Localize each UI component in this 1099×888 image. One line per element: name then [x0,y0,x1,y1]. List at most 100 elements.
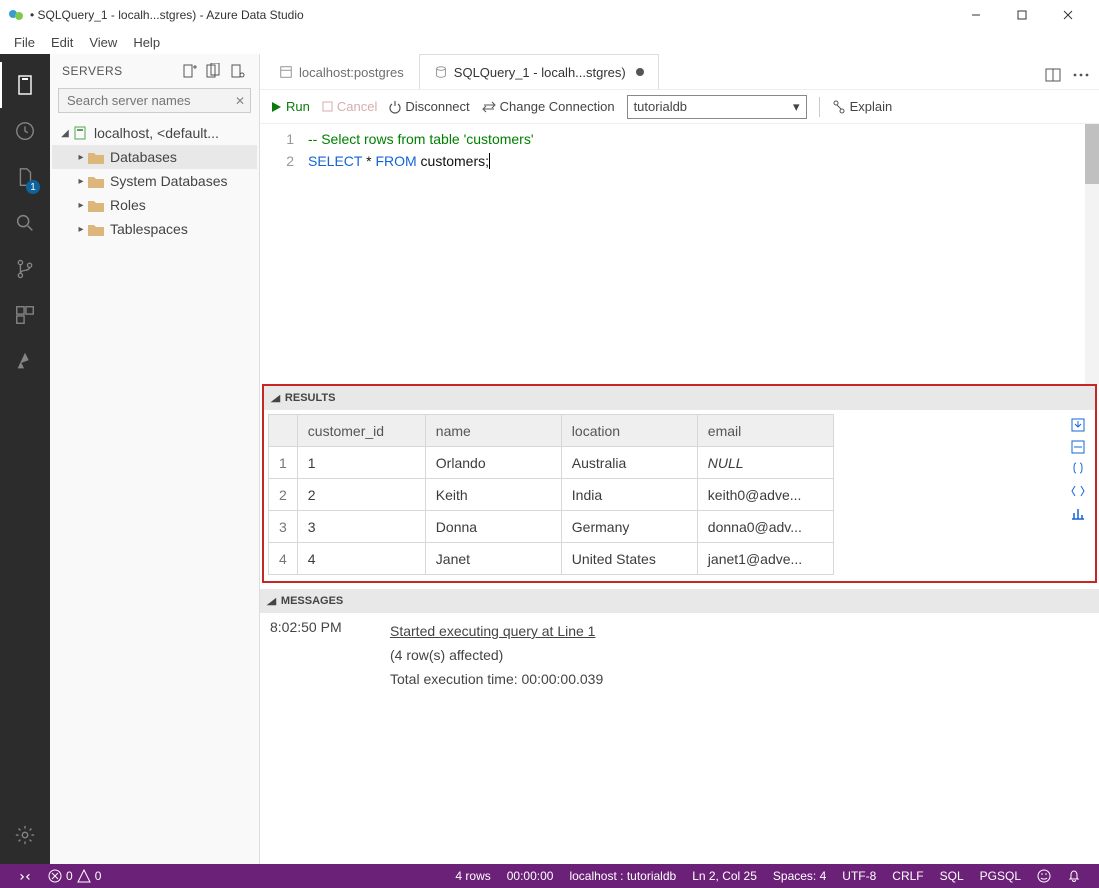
database-select[interactable]: tutorialdb ▾ [627,95,807,119]
tree-system-databases[interactable]: ▸ System Databases [52,169,257,193]
status-rows[interactable]: 4 rows [447,869,498,883]
cell[interactable]: Australia [561,447,697,479]
tree-item-label: Tablespaces [110,221,188,237]
column-header[interactable]: customer_id [297,415,425,447]
cursor-icon [489,153,490,169]
table-row[interactable]: 3 3 Donna Germany donna0@adv... [269,511,834,543]
menu-bar: File Edit View Help [0,30,1099,54]
cell[interactable]: Janet [425,543,561,575]
cancel-button[interactable]: Cancel [322,99,377,114]
activity-settings[interactable] [0,812,50,858]
activity-servers[interactable] [0,62,50,108]
tab-connection[interactable]: localhost:postgres [264,54,419,89]
table-row[interactable]: 2 2 Keith India keith0@adve... [269,479,834,511]
save-csv-icon[interactable] [1069,416,1087,434]
bell-icon [1067,869,1081,883]
server-node[interactable]: ◢ localhost, <default... [52,121,257,145]
save-json-icon[interactable] [1069,460,1087,478]
cell[interactable]: Germany [561,511,697,543]
menu-file[interactable]: File [6,33,43,52]
cell[interactable]: United States [561,543,697,575]
run-button[interactable]: Run [270,99,310,114]
menu-help[interactable]: Help [125,33,168,52]
table-row[interactable]: 4 4 Janet United States janet1@adve... [269,543,834,575]
new-connection-icon[interactable] [179,61,199,81]
tree-databases[interactable]: ▸ Databases [52,145,257,169]
clear-search-icon[interactable]: ✕ [235,94,245,108]
chart-icon[interactable] [1069,504,1087,522]
status-connection[interactable]: localhost : tutorialdb [561,869,684,883]
save-xml-icon[interactable] [1069,482,1087,500]
close-button[interactable] [1045,0,1091,30]
tab-query[interactable]: SQLQuery_1 - localh...stgres) [419,54,659,89]
messages-title: MESSAGES [281,595,343,607]
code-editor[interactable]: 1 2 -- Select rows from table 'customers… [260,124,1099,384]
maximize-button[interactable] [999,0,1045,30]
error-icon [48,869,62,883]
server-tree: ◢ localhost, <default... ▸ Databases ▸ S… [50,119,259,243]
cell[interactable]: 1 [297,447,425,479]
status-problems[interactable]: 0 0 [40,869,109,883]
minimize-button[interactable] [953,0,999,30]
status-language[interactable]: SQL [932,869,972,883]
change-connection-button[interactable]: Change Connection [482,99,615,114]
messages-panel: ◢ MESSAGES 8:02:50 PM Started executing … [260,589,1099,703]
status-position[interactable]: Ln 2, Col 25 [684,869,765,883]
cell[interactable]: 4 [297,543,425,575]
status-remote[interactable] [10,869,40,883]
activity-source-control[interactable] [0,246,50,292]
disconnect-button[interactable]: Disconnect [389,99,469,114]
database-icon [434,65,448,79]
messages-header[interactable]: ◢ MESSAGES [260,589,1099,613]
cell[interactable]: Keith [425,479,561,511]
play-icon [270,101,282,113]
activity-azure[interactable] [0,338,50,384]
cell-null[interactable]: NULL [697,447,833,479]
search-icon [14,212,36,234]
cell[interactable]: 3 [297,511,425,543]
activity-history[interactable] [0,108,50,154]
activity-search[interactable] [0,200,50,246]
tree-tablespaces[interactable]: ▸ Tablespaces [52,217,257,241]
code-text: customers; [417,153,489,169]
status-eol[interactable]: CRLF [884,869,931,883]
cell[interactable]: Orlando [425,447,561,479]
status-notifications[interactable] [1059,869,1089,883]
table-row[interactable]: 1 1 Orlando Australia NULL [269,447,834,479]
results-header[interactable]: ◢ RESULTS [264,386,1095,410]
cell[interactable]: janet1@adve... [697,543,833,575]
explain-button[interactable]: Explain [832,99,893,114]
cell[interactable]: Donna [425,511,561,543]
save-excel-icon[interactable] [1069,438,1087,456]
split-editor-button[interactable] [1039,61,1067,89]
status-feedback[interactable] [1029,869,1059,883]
tree-roles[interactable]: ▸ Roles [52,193,257,217]
server-icon [13,73,37,97]
more-actions-button[interactable] [1067,61,1095,89]
menu-view[interactable]: View [81,33,125,52]
gear-icon [14,824,36,846]
column-header[interactable]: location [561,415,697,447]
cell[interactable]: 2 [297,479,425,511]
status-time[interactable]: 00:00:00 [499,869,562,883]
activity-explorer[interactable]: 1 [0,154,50,200]
search-input[interactable] [58,88,251,113]
status-spaces[interactable]: Spaces: 4 [765,869,834,883]
status-extension[interactable]: PGSQL [972,869,1029,883]
column-header[interactable]: name [425,415,561,447]
new-group-icon[interactable] [203,61,223,81]
scrollbar-thumb[interactable] [1085,124,1099,184]
warning-icon [77,869,91,883]
activity-extensions[interactable] [0,292,50,338]
server-settings-icon[interactable] [227,61,247,81]
cell[interactable]: India [561,479,697,511]
column-header[interactable]: email [697,415,833,447]
status-encoding[interactable]: UTF-8 [834,869,884,883]
editor-content[interactable]: -- Select rows from table 'customers' SE… [308,124,1099,384]
message-line[interactable]: Started executing query at Line 1 [390,619,603,643]
row-number-header[interactable] [269,415,298,447]
change-connection-label: Change Connection [500,99,615,114]
cell[interactable]: donna0@adv... [697,511,833,543]
cell[interactable]: keith0@adve... [697,479,833,511]
menu-edit[interactable]: Edit [43,33,81,52]
